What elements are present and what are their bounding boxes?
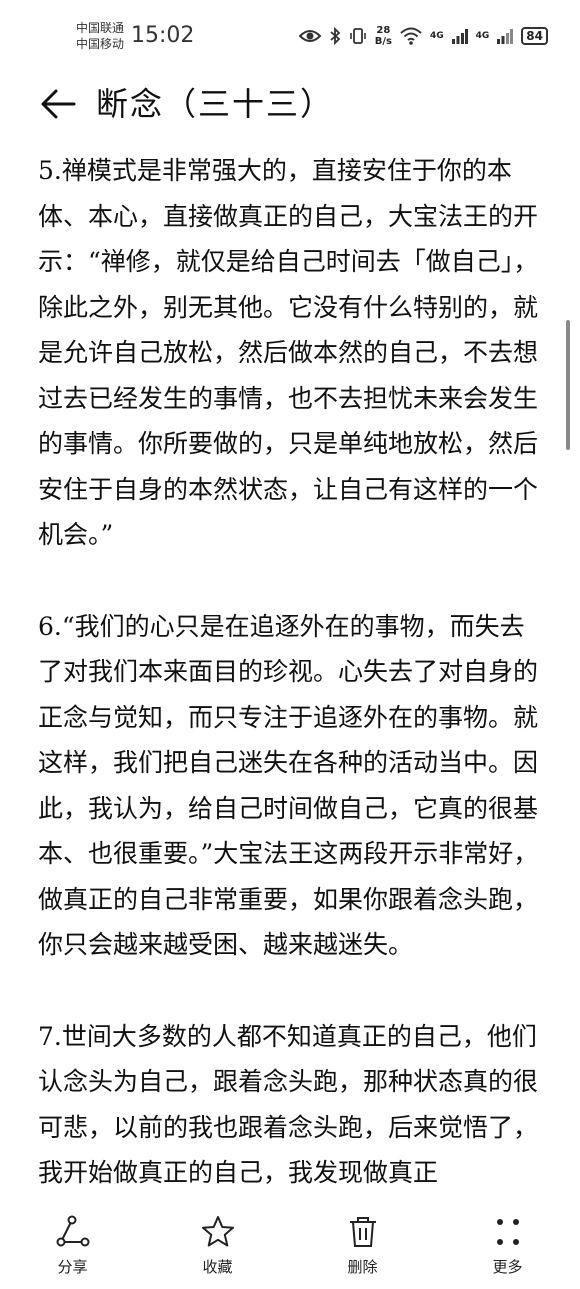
- sim1-network-type: 4G: [429, 31, 444, 41]
- delete-label: 删除: [347, 1258, 378, 1276]
- more-dots-icon: [496, 1219, 519, 1245]
- wifi-icon: [400, 27, 422, 45]
- sim2-network-type: 4G: [475, 31, 490, 41]
- more-button[interactable]: 更多: [435, 1200, 580, 1289]
- signal-icon: [497, 29, 514, 44]
- battery-indicator: 84: [521, 27, 548, 45]
- scrollbar[interactable]: [566, 320, 570, 450]
- arrow-left-icon: [41, 89, 76, 119]
- page-title: 断念（三十三）: [96, 85, 335, 123]
- clock: 15:02: [131, 23, 195, 48]
- paragraph: 7.世间大多数的人都不知道真正的自己，他们认念头为自己，跟着念头跑，那种状态真的…: [38, 1021, 539, 1188]
- favorite-label: 收藏: [202, 1258, 233, 1276]
- favorite-button[interactable]: 收藏: [145, 1200, 290, 1289]
- paragraph: 5.禅模式是非常强大的，直接安住于你的本体、本心，直接做真正的自己，大宝法王的开…: [38, 156, 539, 549]
- bluetooth-icon: [330, 27, 341, 45]
- share-icon: [56, 1215, 89, 1247]
- status-icons: 28 B/s 4G 4G 84: [298, 22, 548, 50]
- star-icon: [201, 1216, 234, 1247]
- vibrate-icon: [349, 28, 366, 44]
- page-header: 断念（三十三）: [0, 72, 580, 142]
- carrier-2: 中国移动: [76, 37, 125, 51]
- carrier-info: 中国联通 中国移动: [76, 20, 124, 52]
- status-bar: 中国联通 中国移动 15:02 28 B/s 4G 4G 84: [0, 0, 580, 70]
- delete-button[interactable]: 删除: [290, 1200, 435, 1289]
- share-label: 分享: [57, 1258, 88, 1276]
- signal-icon: [451, 29, 468, 44]
- paragraph: 6.“我们的心只是在追逐外在的事物，而失去了对我们本来面目的珍视。心失去了对自身…: [38, 611, 539, 960]
- carrier-1: 中国联通: [76, 21, 125, 35]
- network-speed-unit: B/s: [374, 36, 392, 47]
- trash-icon: [349, 1217, 376, 1247]
- more-label: 更多: [492, 1258, 523, 1276]
- network-speed-value: 28: [376, 25, 391, 36]
- share-button[interactable]: 分享: [0, 1200, 145, 1289]
- network-speed: 28 B/s: [375, 25, 392, 47]
- back-button[interactable]: [38, 84, 78, 124]
- bottom-toolbar: 分享 收藏 删除 更多: [0, 1200, 580, 1289]
- article-body: 5.禅模式是非常强大的，直接安住于你的本体、本心，直接做真正的自己，大宝法王的开…: [38, 148, 546, 1242]
- eye-icon: [298, 30, 321, 42]
